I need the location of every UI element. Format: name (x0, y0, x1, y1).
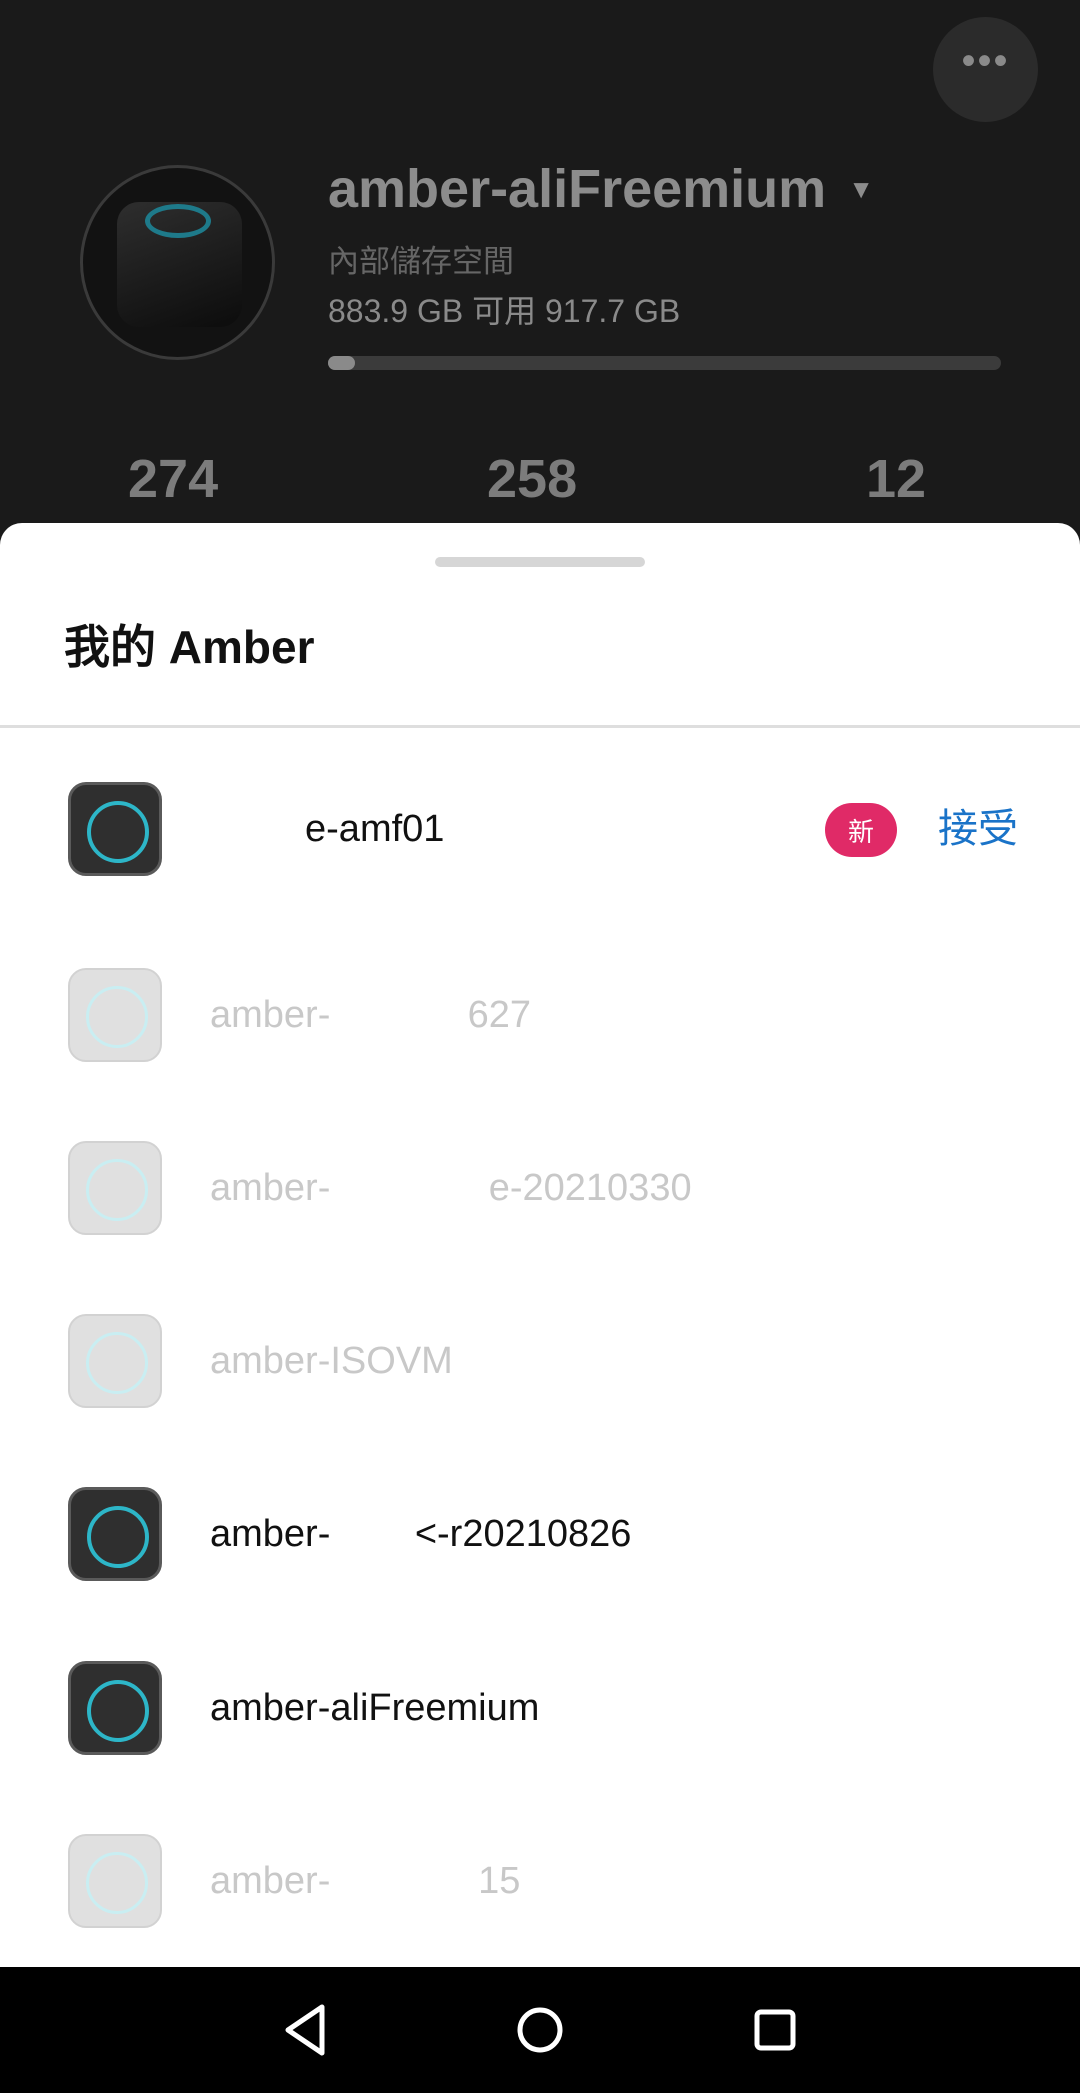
sheet-title: 我的 Amber (64, 621, 315, 673)
storage-label: 內部儲存空間 (328, 244, 514, 279)
dropdown-caret-icon: ▼ (848, 173, 874, 204)
storage-usage-fill (328, 356, 355, 370)
new-badge: 新 (825, 803, 897, 857)
device-overview-background: ••• amber-aliFreemium ▼ 內部儲存空間 883.9 GB … (0, 0, 1080, 560)
more-horizontal-icon: ••• (961, 38, 1010, 83)
device-list-item[interactable]: amber- 627 (0, 955, 1080, 1075)
stat-count-1: 274 (128, 449, 219, 509)
amber-device-icon (68, 782, 162, 876)
divider (0, 725, 1080, 728)
home-circle-icon[interactable] (507, 1997, 573, 2063)
amber-device-icon (68, 1314, 162, 1408)
sheet-drag-handle[interactable] (435, 557, 645, 567)
my-amber-sheet: 我的 Amber e-amf01 新 接受 amber- 627 amber- … (0, 523, 1080, 1967)
device-light-ring (145, 204, 211, 238)
device-list-name: amber-aliFreemium (210, 1687, 540, 1729)
device-list-item[interactable]: amber- e-20210330 (0, 1128, 1080, 1248)
stat-count-3: 12 (866, 449, 927, 509)
storage-usage-bar (328, 356, 1001, 370)
device-list-name: amber- 627 (210, 994, 532, 1036)
device-selector[interactable]: amber-aliFreemium ▼ (328, 158, 874, 220)
storage-value: 883.9 GB 可用 917.7 GB (328, 293, 681, 329)
device-list-item[interactable]: e-amf01 新 接受 (0, 769, 1080, 889)
device-list-name: amber- <-r20210826 (210, 1513, 632, 1555)
device-list-item[interactable]: amber-ISOVM (0, 1301, 1080, 1421)
device-list-item[interactable]: amber- 15 (0, 1821, 1080, 1941)
amber-device-icon (68, 1661, 162, 1755)
amber-device-icon (68, 1834, 162, 1928)
device-list-name: amber- 15 (210, 1860, 521, 1902)
device-list-item[interactable]: amber- <-r20210826 (0, 1474, 1080, 1594)
back-triangle-icon[interactable] (274, 1997, 340, 2063)
amber-device-icon (68, 1487, 162, 1581)
more-options-button[interactable]: ••• (933, 17, 1038, 122)
device-list-name: amber- e-20210330 (210, 1167, 692, 1209)
device-name: amber-aliFreemium (328, 159, 827, 219)
device-list-name: amber-ISOVM (210, 1340, 453, 1382)
device-list-item[interactable]: amber-aliFreemium (0, 1648, 1080, 1768)
accept-button[interactable]: 接受 (938, 769, 1018, 889)
system-navigation-bar (0, 1967, 1080, 2093)
amber-device-icon (68, 968, 162, 1062)
device-list-name: e-amf01 (210, 808, 445, 850)
stat-count-2: 258 (487, 449, 578, 509)
amber-device-icon (68, 1141, 162, 1235)
recents-square-icon[interactable] (742, 1997, 808, 2063)
device-avatar[interactable] (80, 165, 275, 360)
